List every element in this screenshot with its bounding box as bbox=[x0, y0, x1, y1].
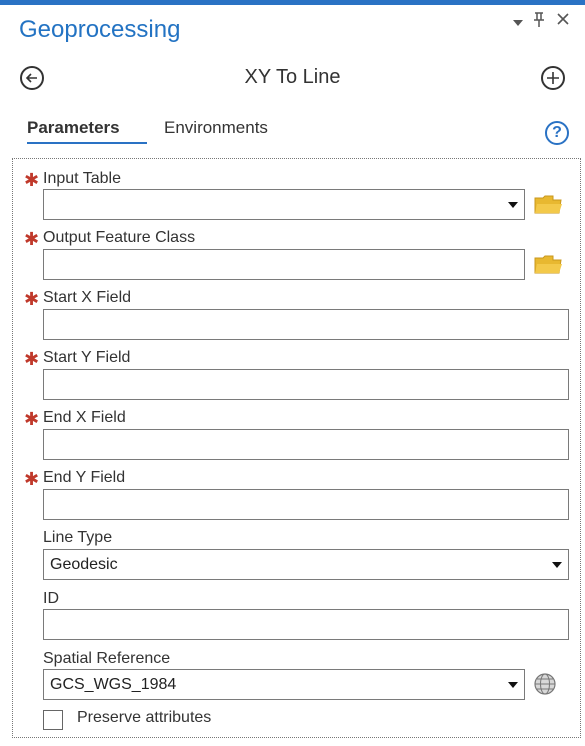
chevron-down-icon bbox=[552, 562, 562, 568]
active-tab-indicator bbox=[27, 142, 147, 144]
globe-icon[interactable] bbox=[533, 672, 557, 696]
spatial-reference-dropdown[interactable]: GCS_WGS_1984 bbox=[43, 669, 525, 700]
folder-icon[interactable] bbox=[533, 253, 563, 275]
pane-options-dropdown-icon[interactable] bbox=[512, 14, 524, 34]
start-y-field-label: Start Y Field bbox=[43, 349, 131, 366]
line-type-dropdown[interactable]: Geodesic bbox=[43, 549, 569, 580]
chevron-down-icon bbox=[508, 682, 518, 688]
required-marker: ✱ bbox=[24, 289, 40, 309]
end-y-field-label: End Y Field bbox=[43, 469, 126, 486]
pin-icon[interactable] bbox=[532, 11, 546, 34]
start-x-field-input[interactable] bbox=[43, 309, 569, 340]
end-x-field-input[interactable] bbox=[43, 429, 569, 460]
line-type-value: Geodesic bbox=[50, 556, 118, 573]
output-feature-class-label: Output Feature Class bbox=[43, 229, 196, 246]
id-input[interactable] bbox=[43, 609, 569, 640]
close-icon[interactable] bbox=[556, 11, 570, 31]
required-marker: ✱ bbox=[24, 409, 40, 429]
input-table-label: Input Table bbox=[43, 170, 121, 187]
output-feature-class-input[interactable] bbox=[43, 249, 525, 280]
folder-icon[interactable] bbox=[533, 193, 563, 215]
end-y-field-input[interactable] bbox=[43, 489, 569, 520]
preserve-attributes-checkbox[interactable] bbox=[43, 710, 63, 730]
tool-title: XY To Line bbox=[244, 66, 341, 88]
required-marker: ✱ bbox=[24, 170, 40, 190]
input-table-dropdown[interactable] bbox=[43, 189, 525, 220]
start-y-field-input[interactable] bbox=[43, 369, 569, 400]
help-icon[interactable]: ? bbox=[545, 121, 569, 145]
start-x-field-label: Start X Field bbox=[43, 289, 132, 306]
chevron-down-icon bbox=[508, 202, 518, 208]
spatial-reference-label: Spatial Reference bbox=[43, 650, 171, 667]
required-marker: ✱ bbox=[24, 469, 40, 489]
id-label: ID bbox=[43, 590, 59, 607]
add-button[interactable] bbox=[541, 66, 565, 90]
tab-parameters[interactable]: Parameters bbox=[27, 118, 120, 138]
required-marker: ✱ bbox=[24, 349, 40, 369]
spatial-reference-value: GCS_WGS_1984 bbox=[50, 676, 177, 693]
panel-top-accent bbox=[0, 0, 585, 5]
tab-environments[interactable]: Environments bbox=[164, 118, 268, 138]
plus-icon bbox=[547, 72, 559, 84]
pane-title: Geoprocessing bbox=[19, 16, 181, 43]
end-x-field-label: End X Field bbox=[43, 409, 126, 426]
required-marker: ✱ bbox=[24, 229, 40, 249]
line-type-label: Line Type bbox=[43, 529, 113, 546]
preserve-attributes-label: Preserve attributes bbox=[77, 709, 212, 726]
